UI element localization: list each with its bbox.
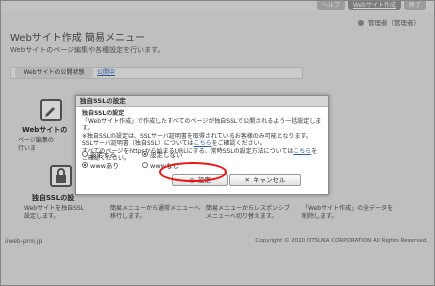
ssl-disable-radio[interactable] [142,150,148,157]
ssl-disable-option[interactable]: 設定しない [142,149,202,159]
ssl-enable-option[interactable]: 設定する [82,149,142,159]
highlight-annotation [159,162,227,182]
ssl-enable-row: 設定する 設定しない [82,148,322,159]
dialog-heading: 独自SSLの設定 [82,110,125,117]
www-with-label: wwwあり [90,161,119,170]
dialog-line-2: ※独自SSLの設定は、SSLサーバ証明書を取得されているお客様のみ可能となります… [82,132,312,140]
cancel-label: キャンセル [252,176,286,184]
ssl-enable-label: 設定する [90,150,116,159]
dialog-line-3-text-a: SSLサーバ証明書（独自SSL）については [82,140,194,147]
www-with-radio[interactable] [82,161,88,168]
ssl-cert-info-link[interactable]: こちら [194,140,212,147]
ssl-enable-radio[interactable] [82,150,88,157]
www-with-option[interactable]: wwwあり [82,160,142,170]
dialog-line-1: 「Webサイト作成」で作成したすべてのページが独自SSLで公開されるよう一括設定… [82,117,322,133]
dialog-line-3: SSLサーバ証明書（独自SSL）についてはこちらをご確認ください。 [82,140,322,148]
www-without-radio[interactable] [142,161,148,168]
ssl-disable-label: 設定しない [150,150,183,159]
cancel-button[interactable]: ✕ キャンセル [229,174,301,186]
dialog-title: 独自SSLの設定 [76,96,328,107]
dialog-line-3-text-b: をご確認ください。 [211,140,266,147]
close-x-icon: ✕ [244,176,250,184]
